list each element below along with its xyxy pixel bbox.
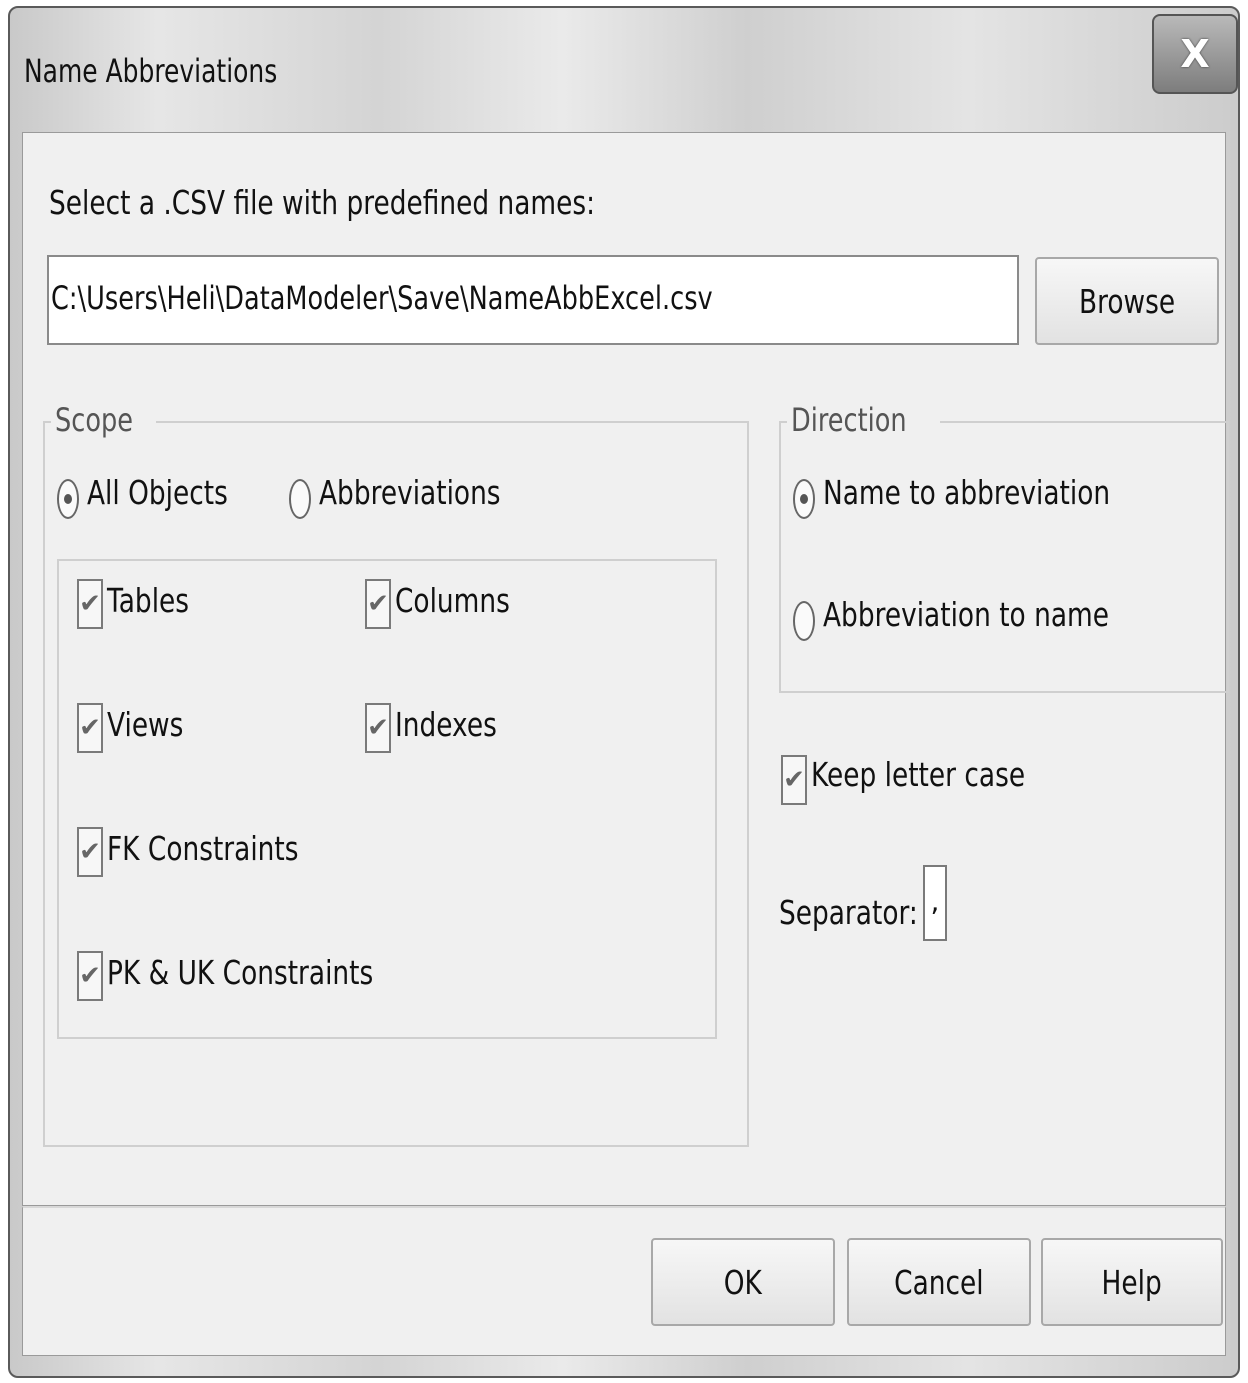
- title-bar[interactable]: Name Abbreviations X: [10, 8, 1238, 128]
- checkbox-keep-letter-case-label: Keep letter case: [811, 755, 1026, 794]
- checkbox-views-label: Views: [107, 705, 184, 744]
- close-button[interactable]: X: [1152, 14, 1238, 94]
- ok-button-label: OK: [723, 1262, 763, 1302]
- checkbox-fk-constraints-label: FK Constraints: [107, 829, 299, 868]
- scope-legend: Scope: [51, 401, 157, 439]
- direction-legend: Direction: [787, 401, 940, 439]
- direction-group: Direction: [779, 401, 1229, 693]
- checkbox-columns-label: Columns: [395, 581, 510, 620]
- browse-button-label: Browse: [1078, 281, 1176, 321]
- radio-abbreviation-to-name[interactable]: [793, 601, 815, 641]
- file-path-value: C:\Users\Heli\DataModeler\Save\NameAbbEx…: [51, 279, 713, 317]
- dialog-body: Select a .CSV file with predefined names…: [22, 132, 1229, 1206]
- checkbox-fk-constraints[interactable]: ✔: [77, 827, 103, 877]
- ok-button[interactable]: OK: [651, 1238, 835, 1326]
- checkbox-indexes-label: Indexes: [395, 705, 497, 744]
- checkbox-views[interactable]: ✔: [77, 703, 103, 753]
- checkbox-tables-label: Tables: [107, 581, 190, 620]
- checkbox-indexes[interactable]: ✔: [365, 703, 391, 753]
- radio-abbreviations-label: Abbreviations: [319, 473, 501, 512]
- radio-abbreviation-to-name-label: Abbreviation to name: [823, 595, 1109, 634]
- radio-name-to-abbreviation[interactable]: [793, 479, 815, 519]
- radio-all-objects[interactable]: [57, 479, 79, 519]
- file-path-field[interactable]: C:\Users\Heli\DataModeler\Save\NameAbbEx…: [47, 255, 1019, 345]
- file-label: Select a .CSV file with predefined names…: [49, 183, 595, 222]
- checkbox-keep-letter-case[interactable]: ✔: [781, 755, 807, 805]
- help-button-label: Help: [1101, 1262, 1163, 1302]
- help-button[interactable]: Help: [1041, 1238, 1223, 1326]
- checkbox-pk-uk-constraints-label: PK & UK Constraints: [107, 953, 374, 992]
- radio-name-to-abbreviation-label: Name to abbreviation: [823, 473, 1111, 512]
- close-icon: X: [1180, 32, 1210, 76]
- checkbox-tables[interactable]: ✔: [77, 579, 103, 629]
- separator-value: ,: [930, 885, 940, 918]
- dialog-window: Name Abbreviations X Select a .CSV file …: [8, 6, 1240, 1378]
- browse-button[interactable]: Browse: [1035, 257, 1219, 345]
- radio-all-objects-label: All Objects: [87, 473, 228, 512]
- separator-field[interactable]: ,: [923, 865, 947, 941]
- cancel-button-label: Cancel: [894, 1262, 984, 1302]
- cancel-button[interactable]: Cancel: [847, 1238, 1031, 1326]
- checkbox-columns[interactable]: ✔: [365, 579, 391, 629]
- dialog-footer: OK Cancel Help: [22, 1206, 1226, 1356]
- radio-abbreviations[interactable]: [289, 479, 311, 519]
- checkbox-pk-uk-constraints[interactable]: ✔: [77, 951, 103, 1001]
- window-title: Name Abbreviations: [24, 52, 278, 90]
